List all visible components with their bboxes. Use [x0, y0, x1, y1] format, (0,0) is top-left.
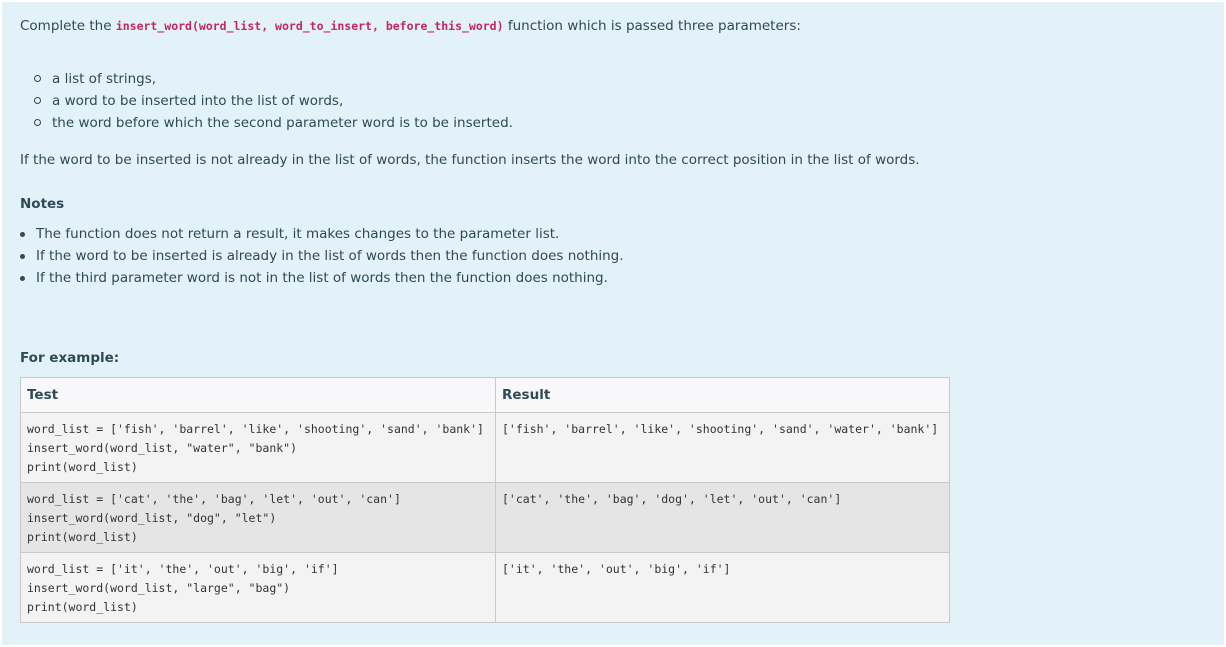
result-cell: ['fish', 'barrel', 'like', 'shooting', '…	[495, 412, 950, 483]
table-row: word_list = ['it', 'the', 'out', 'big', …	[20, 552, 950, 623]
table-row: word_list = ['fish', 'barrel', 'like', '…	[20, 412, 950, 483]
result-cell: ['it', 'the', 'out', 'big', 'if']	[495, 552, 950, 623]
parameter-list: a list of strings, a word to be inserted…	[32, 68, 513, 134]
test-cell: word_list = ['cat', 'the', 'bag', 'let',…	[20, 482, 496, 553]
column-header-test: Test	[20, 377, 496, 413]
intro-text: Complete the insert_word(word_list, word…	[20, 18, 801, 34]
note-item: If the third parameter word is not in th…	[18, 267, 624, 289]
table-row: word_list = ['cat', 'the', 'bag', 'let',…	[20, 482, 950, 553]
function-signature: insert_word(word_list, word_to_insert, b…	[115, 19, 504, 33]
parameter-item: the word before which the second paramet…	[32, 112, 513, 134]
table-header-row: Test Result	[20, 377, 950, 413]
example-heading: For example:	[20, 350, 120, 366]
notes-heading: Notes	[20, 196, 65, 212]
description-paragraph: If the word to be inserted is not alread…	[20, 152, 920, 168]
parameter-item: a word to be inserted into the list of w…	[32, 90, 513, 112]
note-item: If the word to be inserted is already in…	[18, 245, 624, 267]
question-panel: Complete the insert_word(word_list, word…	[2, 2, 1224, 645]
note-item: The function does not return a result, i…	[18, 223, 624, 245]
test-cell: word_list = ['fish', 'barrel', 'like', '…	[20, 412, 496, 483]
notes-list: The function does not return a result, i…	[18, 223, 624, 289]
test-cell: word_list = ['it', 'the', 'out', 'big', …	[20, 552, 496, 623]
intro-after: function which is passed three parameter…	[503, 18, 801, 34]
column-header-result: Result	[495, 377, 950, 413]
parameter-item: a list of strings,	[32, 68, 513, 90]
example-table: Test Result word_list = ['fish', 'barrel…	[20, 377, 950, 623]
result-cell: ['cat', 'the', 'bag', 'dog', 'let', 'out…	[495, 482, 950, 553]
intro-before: Complete the	[20, 18, 116, 34]
